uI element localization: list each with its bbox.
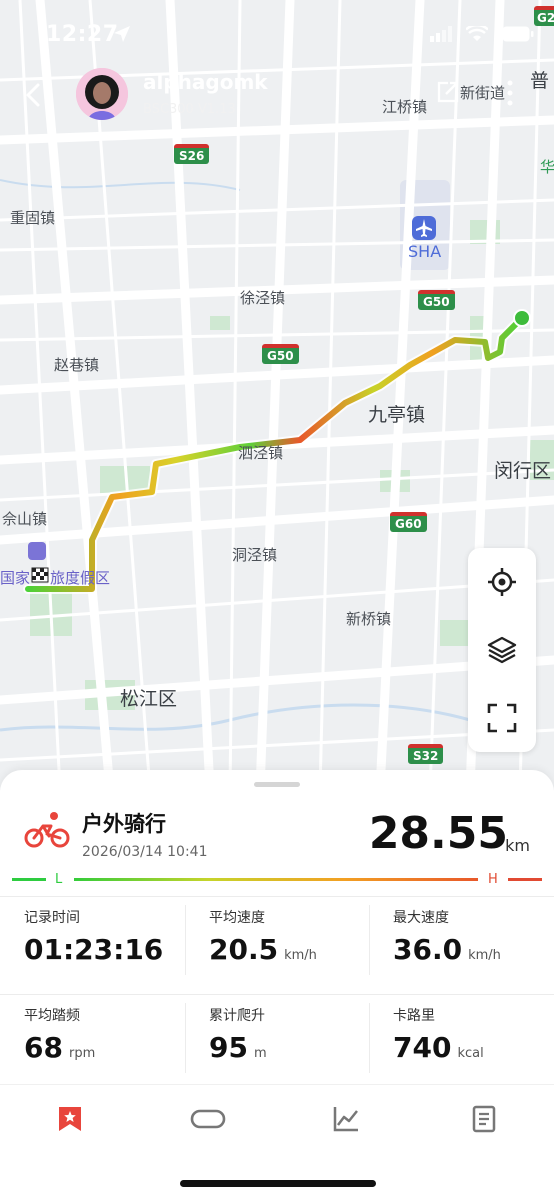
fullscreen-icon (487, 703, 517, 733)
highway-shield: G60 (390, 512, 427, 532)
avatar[interactable] (76, 68, 128, 120)
stat-elevation-gain: 累计爬升 95 m (185, 995, 369, 1093)
route-finish-flag-icon (31, 567, 49, 583)
document-icon (472, 1105, 496, 1133)
stat-label: 记录时间 (24, 910, 80, 926)
tab-charts[interactable] (326, 1101, 366, 1137)
highway-shield: G50 (418, 290, 455, 310)
map-label: 旅度假区 (50, 569, 111, 587)
layers-icon (487, 636, 517, 664)
status-bar: 12:27 (0, 0, 554, 70)
header: alphagomk BSC300 V1.13 (0, 68, 554, 128)
cycling-icon (24, 812, 70, 848)
stat-unit: rpm (68, 1046, 96, 1061)
map-label: 华 (540, 158, 554, 176)
stat-value: 68 (24, 1031, 63, 1064)
map-controls (468, 548, 536, 752)
map-label: 松江区 (120, 688, 178, 710)
distance-unit: km (505, 836, 530, 855)
stat-unit: km/h (468, 948, 501, 963)
map-label: 国家 (0, 569, 31, 587)
stat-value: 01:23:16 (24, 933, 164, 966)
stat-unit: km/h (284, 948, 317, 963)
status-time: 12:27 (46, 22, 119, 47)
legend-high-label: H (488, 872, 498, 887)
stat-duration: 记录时间 01:23:16 (0, 897, 184, 995)
resort-poi-icon[interactable] (28, 542, 46, 560)
highway-shield: G50 (262, 344, 299, 364)
airport-icon[interactable] (412, 216, 436, 240)
stat-cadence: 平均踏频 68 rpm (0, 995, 184, 1093)
map-label: 洞泾镇 (232, 546, 278, 564)
chart-icon (333, 1107, 358, 1132)
username: alphagomk (143, 70, 268, 94)
cellular-signal-icon (430, 26, 452, 42)
map-label: 重固镇 (10, 209, 56, 227)
stat-value: 36.0 (393, 933, 463, 966)
map-label: 新桥镇 (346, 610, 392, 628)
tab-laps[interactable] (188, 1101, 228, 1137)
activity-datetime: 2026/03/14 10:41 (82, 844, 208, 860)
stats-grid: 记录时间 01:23:16 平均速度 20.5 km/h 最大速度 36.0 km/… (0, 896, 554, 1092)
stat-avg-speed: 平均速度 20.5 km/h (185, 897, 369, 995)
loop-icon (190, 1109, 226, 1129)
bookmark-icon (59, 1107, 81, 1131)
stat-label: 最大速度 (393, 910, 449, 926)
map-label: SHA (408, 242, 442, 261)
stat-label: 卡路里 (393, 1008, 435, 1024)
share-button[interactable] (436, 80, 460, 104)
legend-gradient (74, 878, 478, 881)
locate-button[interactable] (468, 548, 536, 616)
stat-label: 累计爬升 (209, 1008, 265, 1024)
highway-shield: S32 (408, 744, 444, 764)
tab-summary[interactable] (50, 1101, 90, 1137)
stat-value: 95 (209, 1031, 248, 1064)
highway-shield: S26 (174, 144, 210, 164)
tab-details[interactable] (464, 1101, 504, 1137)
more-icon[interactable] (504, 78, 516, 108)
fullscreen-button[interactable] (468, 684, 536, 752)
stat-max-speed: 最大速度 36.0 km/h (369, 897, 553, 995)
stat-calories: 卡路里 740 kcal (369, 995, 553, 1093)
route-start-marker (513, 309, 531, 327)
map-label: 赵巷镇 (54, 356, 100, 374)
stat-unit: m (253, 1046, 267, 1061)
home-indicator (180, 1180, 376, 1187)
battery-icon (502, 26, 534, 42)
activity-distance: 28.55 (368, 808, 508, 859)
map-label: 泗泾镇 (238, 444, 284, 462)
crosshair-icon (488, 568, 516, 596)
legend-low-label: L (55, 872, 63, 887)
sheet-grabber[interactable] (254, 782, 300, 787)
back-button[interactable] (20, 80, 48, 110)
activity-type: 户外骑行 (82, 812, 166, 836)
wifi-icon (466, 26, 488, 41)
device-version: BSC300 V1.13 (143, 102, 236, 117)
stat-label: 平均速度 (209, 910, 265, 926)
stat-label: 平均踏频 (24, 1008, 80, 1024)
map-label: 佘山镇 (2, 510, 48, 528)
stat-unit: kcal (457, 1046, 484, 1061)
map-label: 徐泾镇 (240, 289, 286, 307)
stat-value: 740 (393, 1031, 452, 1064)
stat-value: 20.5 (209, 933, 279, 966)
bottom-tab-bar (0, 1084, 554, 1154)
layers-button[interactable] (468, 616, 536, 684)
map-label: 九亭镇 (368, 404, 426, 426)
location-arrow-icon (114, 26, 130, 42)
speed-legend: L H (12, 870, 542, 890)
map-label: 闵行区 (494, 460, 552, 482)
